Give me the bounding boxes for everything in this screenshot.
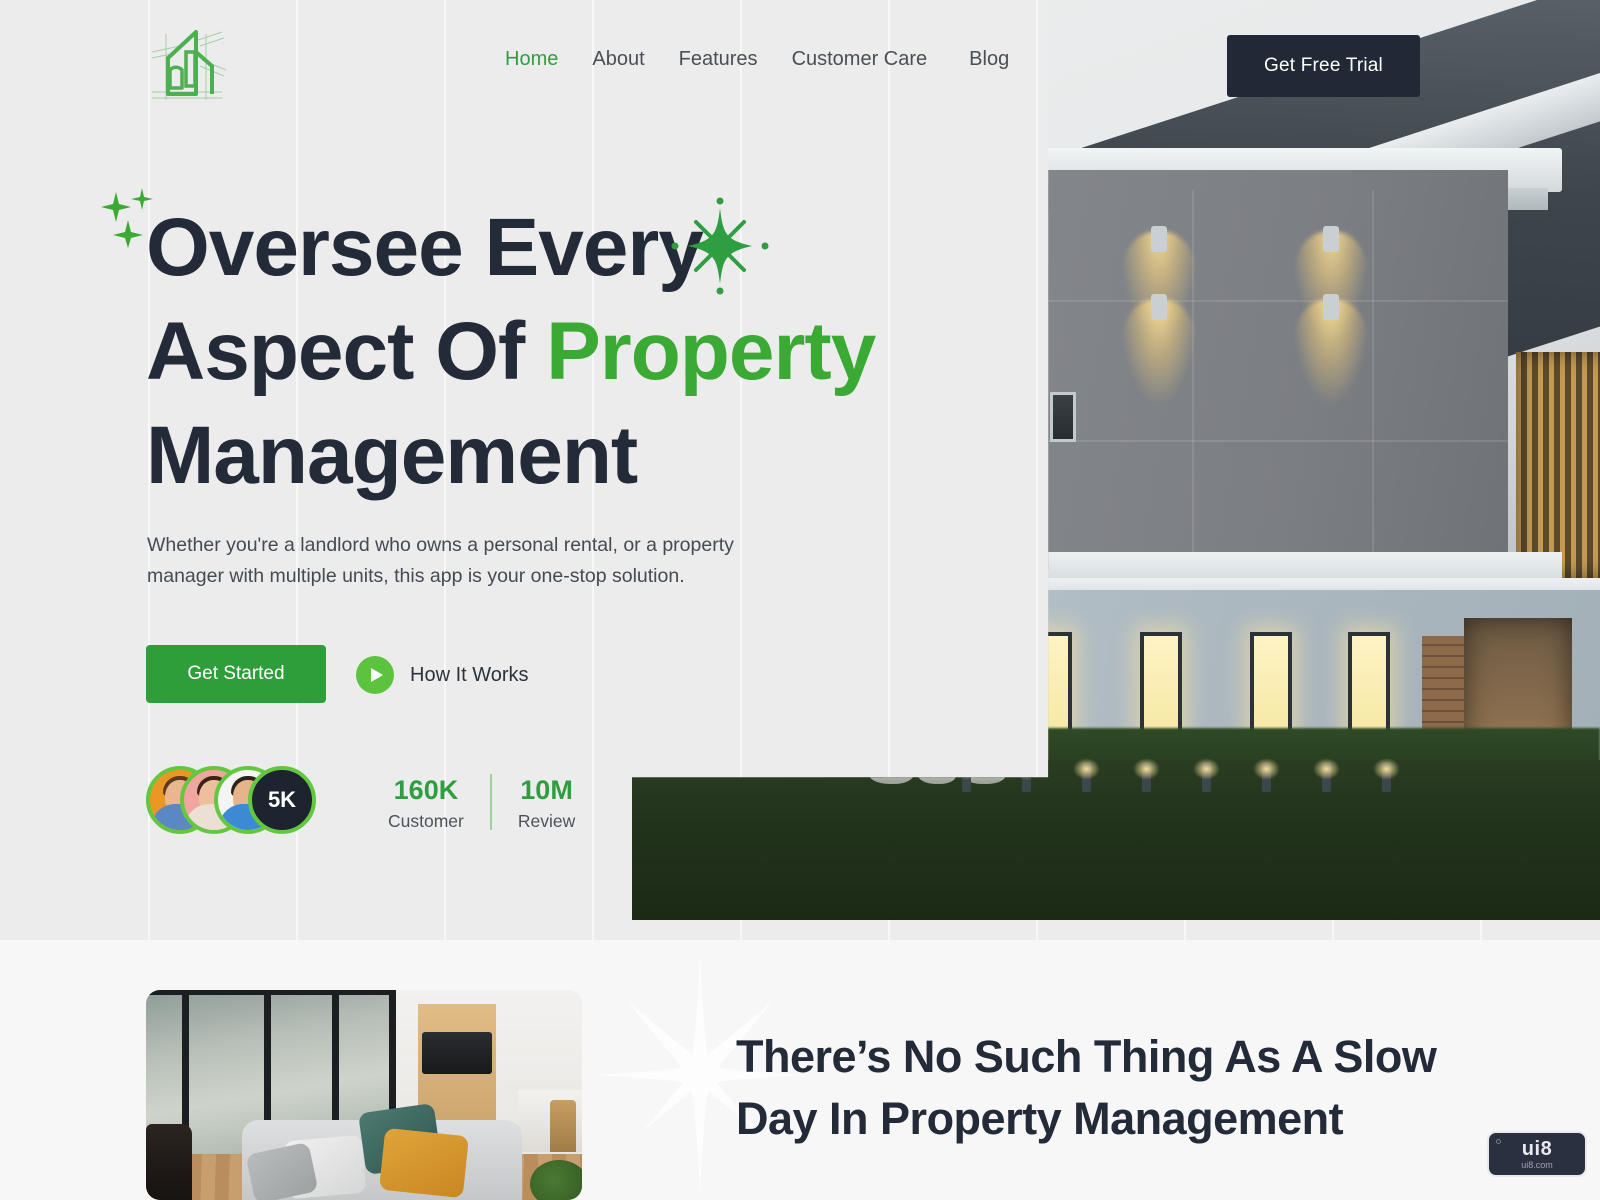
nav-item-features[interactable]: Features [679,48,792,71]
headline-line-2-accent: Property [546,306,876,397]
avatar-group: 5K [146,766,316,838]
how-it-works-label: How It Works [410,663,529,686]
social-proof: 5K 160K Customer 10M Review [146,766,601,838]
nav-item-blog[interactable]: Blog [969,48,1043,71]
nav-item-customer-care[interactable]: Customer Care [792,48,970,71]
living-room-image [146,990,582,1200]
avatar-count-badge: 5K [248,766,316,834]
play-icon[interactable] [356,656,394,694]
stat-customer-label: Customer [388,810,464,831]
stat-customer-value: 160K [393,774,459,805]
landing-page: Home About Features Customer Care Blog G… [0,0,1600,1200]
four-point-star-icon [670,196,770,296]
get-started-button[interactable]: Get Started [146,645,326,703]
main-navigation[interactable]: Home About Features Customer Care Blog [505,48,1043,71]
stat-review-label: Review [517,810,576,831]
hero-paragraph: Whether you're a landlord who owns a per… [147,534,734,587]
stat-review-value: 10M [520,774,573,805]
how-it-works-link[interactable]: How It Works [356,656,529,694]
hero-section: Home About Features Customer Care Blog G… [0,0,1600,940]
headline-line-3: Management [146,410,638,501]
page-title: Oversee Every Aspect Of Property Managem… [146,196,906,508]
building-logo-icon[interactable] [146,26,228,104]
watermark-dot-icon [1496,1139,1501,1144]
ui8-watermark: ui8 ui8.com [1487,1131,1587,1177]
headline-line-1: Oversee Every [146,202,704,293]
nav-item-about[interactable]: About [592,48,678,71]
headline-line-2-plain: Aspect Of [146,306,547,397]
nav-item-home[interactable]: Home [505,48,592,71]
stat-review: 10M Review [492,773,601,832]
stat-customer: 160K Customer [362,773,490,832]
watermark-url: ui8.com [1521,1159,1553,1170]
section2-title: There’s No Such Thing As A Slow Day In P… [736,1031,1437,1144]
secondary-section: There’s No Such Thing As A Slow Day In P… [0,940,1600,1200]
watermark-logo: ui8 [1521,1137,1553,1160]
get-free-trial-button[interactable]: Get Free Trial [1227,35,1420,97]
